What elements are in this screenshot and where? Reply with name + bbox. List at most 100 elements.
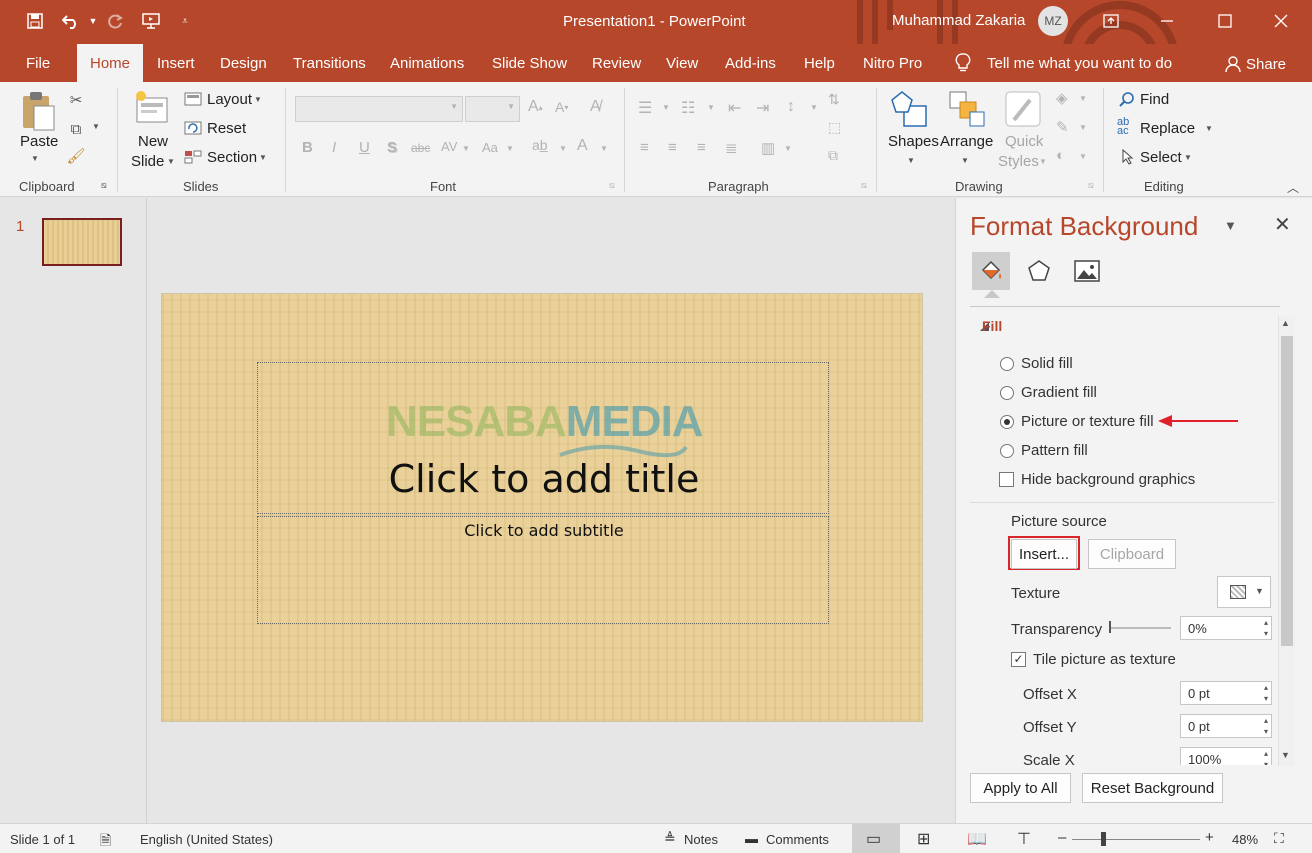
scroll-up-icon[interactable]: ▲ <box>1281 318 1290 328</box>
clipboard-launcher-icon[interactable]: ⧅ <box>101 180 107 191</box>
comments-icon[interactable]: ▬ <box>745 831 758 846</box>
font-name-dropdown-icon[interactable]: ▼ <box>450 102 458 111</box>
format-painter-icon[interactable]: 🖌 <box>66 146 86 166</box>
decrease-indent-icon[interactable]: ⇤ <box>728 98 741 118</box>
clipboard-button[interactable]: Clipboard <box>1088 539 1176 569</box>
reset-background-button[interactable]: Reset Background <box>1082 773 1223 803</box>
insert-picture-button[interactable]: Insert... <box>1011 539 1077 569</box>
slide-thumbnail[interactable] <box>42 218 122 266</box>
line-spacing-icon[interactable]: ↕ <box>787 98 795 116</box>
columns-dropdown-icon[interactable]: ▼ <box>784 144 792 153</box>
pattern-fill-radio[interactable] <box>1000 444 1014 458</box>
align-right-icon[interactable]: ≡ <box>697 139 706 156</box>
scroll-down-icon[interactable]: ▼ <box>1281 750 1290 760</box>
tile-picture-checkbox[interactable]: ✓ <box>1011 652 1026 667</box>
redo-icon[interactable] <box>104 10 126 32</box>
pattern-fill-label[interactable]: Pattern fill <box>1021 442 1088 459</box>
char-spacing-dropdown-icon[interactable]: ▼ <box>462 144 470 153</box>
ribbon-display-icon[interactable] <box>1096 8 1126 34</box>
slide-sorter-icon[interactable]: ⊞ <box>917 829 930 849</box>
tab-insert[interactable]: Insert <box>157 55 195 72</box>
clear-formatting-icon[interactable]: A̸ <box>590 98 601 116</box>
new-slide-icon[interactable] <box>133 90 171 128</box>
avatar[interactable]: MZ <box>1038 6 1068 36</box>
shape-outline-icon[interactable]: ✎ <box>1056 118 1069 136</box>
font-color-dropdown-icon[interactable]: ▼ <box>600 144 608 153</box>
copy-icon[interactable]: ⧉ <box>66 119 86 139</box>
subtitle-placeholder[interactable]: Click to add subtitle <box>257 516 829 624</box>
share-button[interactable]: Share <box>1246 56 1286 73</box>
gradient-fill-radio[interactable] <box>1000 386 1014 400</box>
select-icon[interactable] <box>1120 148 1136 166</box>
transparency-slider-thumb[interactable] <box>1109 621 1111 633</box>
minimize-icon[interactable] <box>1152 8 1182 34</box>
shape-outline-dropdown-icon[interactable]: ▼ <box>1079 123 1087 132</box>
pane-scrollbar[interactable]: ▲ ▼ <box>1278 316 1295 766</box>
reset-button[interactable]: Reset <box>207 120 246 137</box>
drawing-launcher-icon[interactable]: ⧅ <box>1088 180 1094 191</box>
layout-button[interactable]: Layout <box>207 91 252 108</box>
shapes-icon[interactable] <box>890 88 932 132</box>
fill-icon[interactable] <box>972 252 1010 290</box>
fit-to-window-icon[interactable]: ⛶ <box>1274 830 1284 847</box>
numbering-dropdown-icon[interactable]: ▼ <box>707 103 715 112</box>
arrange-button[interactable]: Arrange <box>940 133 993 150</box>
quick-styles-label-2[interactable]: Styles <box>998 153 1039 170</box>
zoom-slider[interactable] <box>1072 839 1200 840</box>
tab-file[interactable]: File <box>26 55 50 72</box>
solid-fill-radio[interactable] <box>1000 357 1014 371</box>
close-icon[interactable] <box>1266 8 1296 34</box>
highlight-dropdown-icon[interactable]: ▼ <box>559 144 567 153</box>
paste-icon[interactable] <box>20 90 56 132</box>
underline-button[interactable]: U <box>359 139 370 156</box>
effects-icon[interactable] <box>1020 252 1058 290</box>
increase-font-icon[interactable]: A ▴ <box>528 98 543 116</box>
tab-nitro-pro[interactable]: Nitro Pro <box>863 55 922 72</box>
shape-fill-dropdown-icon[interactable]: ▼ <box>1079 94 1087 103</box>
select-dropdown-icon[interactable]: ▼ <box>1184 153 1192 162</box>
collapse-ribbon-icon[interactable]: ︿ <box>1287 179 1299 196</box>
align-text-icon[interactable]: ⬚ <box>828 119 841 136</box>
tab-view[interactable]: View <box>666 55 698 72</box>
zoom-in-button[interactable]: + <box>1205 829 1214 846</box>
select-button[interactable]: Select <box>1140 149 1182 166</box>
smartart-icon[interactable]: ⧉ <box>828 147 838 164</box>
scale-x-input[interactable]: 100% ▴ ▾ <box>1180 747 1272 765</box>
columns-icon[interactable]: ▥ <box>761 139 775 157</box>
arrange-dropdown-icon[interactable]: ▼ <box>961 156 969 165</box>
font-launcher-icon[interactable]: ⧅ <box>609 180 615 191</box>
numbering-icon[interactable]: ☷ <box>681 98 695 118</box>
tab-transitions[interactable]: Transitions <box>293 55 366 72</box>
transparency-slider[interactable] <box>1109 627 1171 629</box>
tab-review[interactable]: Review <box>592 55 641 72</box>
text-direction-icon[interactable]: ⇅ <box>828 91 840 108</box>
align-center-icon[interactable]: ≡ <box>668 139 677 156</box>
italic-button[interactable]: I <box>332 139 336 156</box>
font-name-combo[interactable]: ▼ <box>295 96 463 122</box>
pane-options-icon[interactable]: ▼ <box>1224 218 1237 233</box>
reset-icon[interactable] <box>183 119 203 137</box>
apply-to-all-button[interactable]: Apply to All <box>970 773 1071 803</box>
copy-dropdown-icon[interactable]: ▼ <box>92 122 100 131</box>
decrease-font-icon[interactable]: A ▾ <box>555 99 568 115</box>
justify-icon[interactable]: ≣ <box>725 139 738 157</box>
section-icon[interactable] <box>183 148 203 166</box>
new-slide-label-1[interactable]: New <box>138 133 168 150</box>
increase-indent-icon[interactable]: ⇥ <box>756 98 769 118</box>
texture-dropdown-icon[interactable]: ▼ <box>1255 586 1264 596</box>
replace-icon[interactable]: ab ac <box>1117 117 1129 137</box>
present-icon[interactable] <box>140 10 162 32</box>
paste-dropdown-icon[interactable]: ▼ <box>31 154 39 163</box>
font-size-combo[interactable]: ▼ <box>465 96 520 122</box>
cut-icon[interactable]: ✂ <box>66 90 86 110</box>
paste-button[interactable]: Paste <box>20 133 58 150</box>
bold-button[interactable]: B <box>302 139 313 156</box>
hide-graphics-label[interactable]: Hide background graphics <box>1021 471 1195 488</box>
section-dropdown-icon[interactable]: ▼ <box>259 153 267 162</box>
picture-icon[interactable] <box>1068 252 1106 290</box>
shadow-button[interactable]: S <box>387 139 397 156</box>
shape-effects-dropdown-icon[interactable]: ▼ <box>1079 152 1087 161</box>
new-slide-label-2[interactable]: Slide <box>131 153 164 170</box>
fill-section-header[interactable]: Fill <box>982 318 1002 334</box>
picture-fill-radio[interactable] <box>1000 415 1014 429</box>
